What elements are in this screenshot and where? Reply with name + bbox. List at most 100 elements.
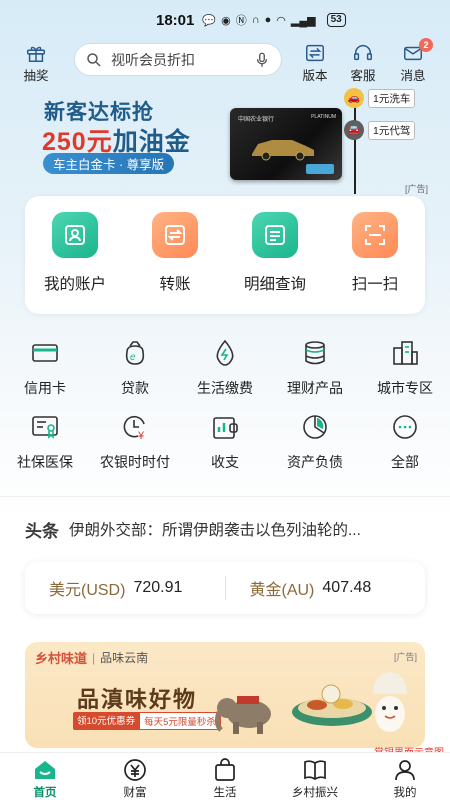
headline-news[interactable]: 头条 伊朗外交部：所谓伊朗袭击以色列油轮的... — [25, 518, 435, 541]
service-label: 理财产品 — [287, 380, 343, 396]
svg-text:e: e — [130, 352, 136, 363]
quick-label: 我的账户 — [43, 276, 106, 293]
service-credit-card[interactable]: 信用卡 — [0, 338, 90, 398]
service-label: 全部 — [391, 454, 419, 470]
home-icon — [35, 761, 55, 779]
rate-value: 720.91 — [133, 579, 183, 596]
message-label: 消息 — [400, 69, 426, 83]
tab-rural[interactable]: 乡村振兴 — [270, 753, 360, 800]
scan-icon — [352, 212, 398, 258]
top-header: 抽奖 视听会员折扣 版本 客服 消息 2 — [0, 38, 450, 84]
search-placeholder: 视听会员折扣 — [111, 51, 195, 68]
microphone-icon[interactable] — [253, 51, 271, 69]
rural-promo-banner[interactable]: 乡村味道 | 品味云南 [广告] 品滇味好物 领10元优惠券 每天5元限量秒杀 — [25, 642, 425, 748]
book-icon — [304, 760, 326, 780]
headline-text: 伊朗外交部：所谓伊朗袭击以色列油轮的... — [69, 522, 361, 539]
messages-button[interactable]: 消息 2 — [391, 38, 435, 84]
service-loan[interactable]: e 贷款 — [90, 338, 180, 398]
status-bar: 18:01 💬 ◉ Ⓝ ∩ ● ◠ ▂▄▆ 53 — [0, 0, 450, 40]
promo-coupon: 领10元优惠券 每天5元限量秒杀 — [73, 712, 221, 730]
wealth-icon — [305, 341, 325, 365]
details-query-button[interactable]: 明细查询 — [225, 212, 325, 294]
rates-card: 美元(USD) 720.91 黄金(AU) 407.48 — [25, 562, 425, 614]
promo-ad-tag: [广告] — [393, 652, 417, 662]
ad-tag: [广告] — [404, 184, 428, 194]
gift-driver: 🚘 1元代驾 — [344, 120, 416, 140]
details-icon — [252, 212, 298, 258]
battery-icon: 53 — [326, 13, 346, 27]
promo-brand: 乡村味道 — [35, 651, 88, 666]
service-city-zone[interactable]: 城市专区 — [360, 338, 450, 398]
card-chip-logo — [306, 164, 334, 174]
service-clock-pay[interactable]: ¥ 农银时时付 — [90, 412, 180, 472]
rate-usd[interactable]: 美元(USD) 720.91 — [25, 576, 225, 600]
my-account-button[interactable]: 我的账户 — [25, 212, 125, 294]
promo-coupon-1: 领10元优惠券 — [73, 712, 140, 730]
user-icon — [395, 760, 415, 781]
status-icons: 💬 ◉ Ⓝ ∩ ● ◠ ▂▄▆ 53 — [202, 12, 346, 28]
tab-label: 财富 — [123, 787, 147, 799]
quick-label: 转账 — [159, 276, 191, 293]
banner-amount: 250元 — [42, 128, 113, 156]
quick-label: 明细查询 — [243, 276, 306, 293]
loan-icon: e — [125, 341, 145, 365]
shopping-bag-icon — [215, 758, 235, 781]
rate-name: 美元(USD) — [49, 582, 126, 599]
lottery-button[interactable]: 抽奖 — [14, 42, 58, 84]
service-income-expense[interactable]: 收支 — [180, 412, 270, 472]
card-bank-name: 中国农业银行 — [238, 117, 275, 123]
banner-card-pill: 车主白金卡 · 尊享版 — [43, 153, 175, 174]
rate-name: 黄金(AU) — [249, 582, 315, 599]
service-label: 资产负债 — [287, 454, 343, 470]
utility-icon — [216, 339, 234, 366]
income-expense-icon — [213, 417, 238, 439]
promo-banner[interactable]: 新客达标抢 250元加油金 车主白金卡 · 尊享版 中国农业银行 PLATINU… — [0, 88, 450, 196]
message-badge: 2 — [419, 38, 433, 52]
gift-car-wash: 🚗 1元洗车 — [344, 88, 416, 108]
credit-card-icon — [32, 344, 58, 362]
service-label: 社保医保 — [17, 454, 73, 470]
driver-icon: 🚘 — [344, 120, 364, 140]
bottom-tab-bar: 首页 财富 生活 乡村振兴 我的 — [0, 752, 450, 800]
rate-value: 407.48 — [322, 579, 372, 596]
customer-service-button[interactable]: 客服 — [341, 42, 385, 84]
car-wash-icon: 🚗 — [344, 88, 364, 108]
scan-button[interactable]: 扫一扫 — [325, 212, 425, 294]
promo-brand-bar: 乡村味道 | 品味云南 — [35, 648, 148, 667]
tab-life[interactable]: 生活 — [180, 753, 270, 800]
promo-sub: 品味云南 — [100, 651, 149, 665]
location-icon: ● — [264, 14, 272, 26]
service-wealth[interactable]: 理财产品 — [270, 338, 360, 398]
more-icon — [393, 415, 417, 439]
transfer-button[interactable]: 转账 — [125, 212, 225, 294]
city-icon — [393, 341, 418, 365]
assets-icon — [303, 415, 327, 439]
service-label: 城市专区 — [377, 380, 433, 396]
tab-home[interactable]: 首页 — [0, 753, 90, 800]
service-utility[interactable]: 生活缴费 — [180, 338, 270, 398]
tab-mine[interactable]: 我的 — [360, 753, 450, 800]
version-button[interactable]: 版本 — [293, 42, 337, 84]
service-social-insurance[interactable]: 社保医保 — [0, 412, 90, 472]
mascot-icon — [373, 672, 407, 732]
service-assets[interactable]: 资产负债 — [270, 412, 360, 472]
status-time: 18:01 — [156, 11, 195, 29]
gift-car-wash-label: 1元洗车 — [368, 88, 416, 108]
gift-icon — [27, 46, 45, 62]
tab-wealth[interactable]: 财富 — [90, 753, 180, 800]
account-icon — [52, 212, 98, 258]
service-label: 生活缴费 — [197, 380, 253, 396]
card-tier: PLATINUM — [311, 114, 336, 120]
service-all[interactable]: 全部 — [360, 412, 450, 472]
search-icon — [87, 52, 101, 67]
quick-label: 扫一扫 — [351, 276, 399, 293]
signal-icon: ▂▄▆ — [290, 14, 316, 27]
yuan-icon — [124, 759, 146, 781]
promo-headline: 品滇味好物 — [77, 687, 198, 712]
search-input[interactable]: 视听会员折扣 — [74, 43, 282, 76]
lottery-label: 抽奖 — [23, 69, 49, 83]
nfc-icon: Ⓝ — [235, 15, 247, 27]
car-icon — [252, 140, 314, 161]
transfer-icon — [152, 212, 198, 258]
rate-gold[interactable]: 黄金(AU) 407.48 — [226, 576, 426, 600]
